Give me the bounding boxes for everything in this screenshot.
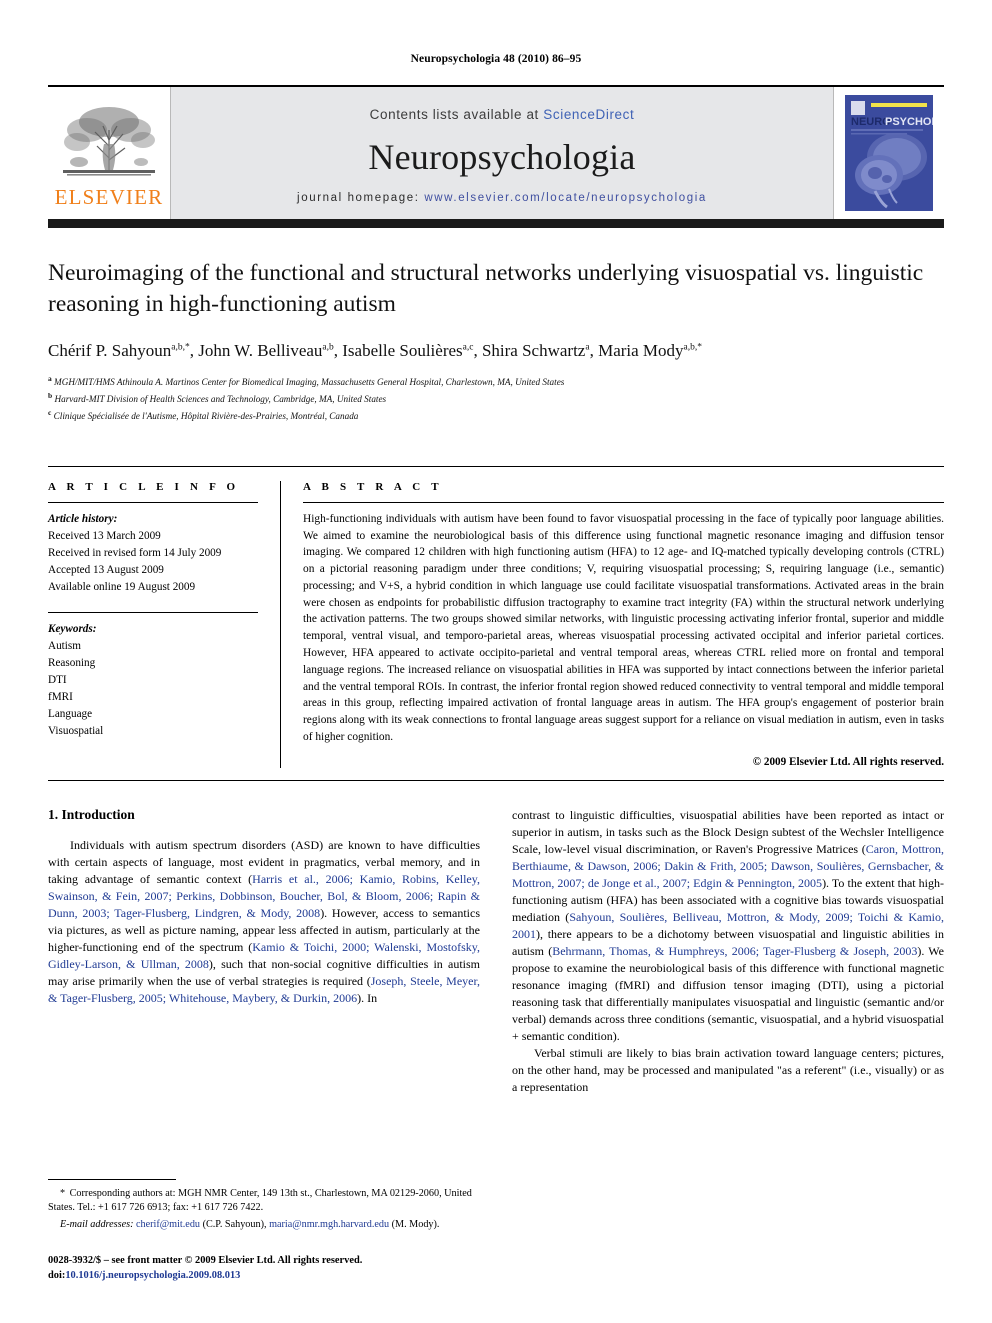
issn-line: 0028-3932/$ – see front matter © 2009 El… <box>48 1254 363 1266</box>
title-block: Neuroimaging of the functional and struc… <box>48 258 944 424</box>
journal-cover-thumbnail: NEURO PSYCHOLOGIA <box>845 95 933 211</box>
abstract-rule <box>303 501 944 503</box>
affiliation-marker: a <box>48 373 52 383</box>
author-name: Maria Mody <box>598 341 684 361</box>
author: Chérif P. Sahyouna,b,* <box>48 341 190 360</box>
author-name: Chérif P. Sahyoun <box>48 341 172 361</box>
article-info-rule <box>48 501 258 503</box>
author-list: Chérif P. Sahyouna,b,*, John W. Bellivea… <box>48 341 703 361</box>
article-info-heading: A R T I C L E I N F O <box>48 480 240 493</box>
author: John W. Belliveaua,b <box>198 341 334 360</box>
keyword-item: Autism <box>48 639 81 652</box>
citation-group[interactable]: Behrmann, Thomas, & Humphreys, 2006; Tag… <box>552 944 917 958</box>
affiliation-marker: b <box>48 390 53 400</box>
author-affil-marker: a,b <box>322 342 334 353</box>
email-label: E-mail addresses: <box>60 1219 134 1231</box>
homepage-url-link[interactable]: www.elsevier.com/locate/neuropsychologia <box>424 192 707 204</box>
affiliation: b Harvard-MIT Division of Health Science… <box>48 390 944 407</box>
info-abstract-section: A R T I C L E I N F O Article history: R… <box>48 465 944 768</box>
affiliation-marker: c <box>48 407 52 417</box>
email-link-2[interactable]: maria@nmr.mgh.harvard.edu <box>269 1219 389 1230</box>
keyword-item: fMRI <box>48 691 73 704</box>
keywords-label: Keywords: <box>48 622 97 635</box>
affiliation-text: Clinique Spécialisée de l'Autisme, Hôpit… <box>53 410 359 421</box>
intro-text-d: ). We propose to examine the neurobiolog… <box>512 943 944 1043</box>
history-item: Available online 19 August 2009 <box>48 580 196 593</box>
article-history-label: Article history: <box>48 512 118 525</box>
corresponding-author-text: Corresponding authors at: MGH NMR Center… <box>48 1187 472 1214</box>
affiliation-text: MGH/MIT/HMS Athinoula A. Martinos Center… <box>54 377 565 388</box>
abstract-column: A B S T R A C T High-functioning individ… <box>303 481 944 768</box>
abstract-text: High-functioning individuals with autism… <box>303 512 944 743</box>
masthead-center: Contents lists available at ScienceDirec… <box>171 87 833 219</box>
intro-paragraph-left: Individuals with autism spectrum disorde… <box>48 837 480 1007</box>
publisher-logo: ELSEVIER <box>48 87 171 219</box>
doi-line: doi:10.1016/j.neuropsychologia.2009.08.0… <box>48 1268 488 1283</box>
history-item: Accepted 13 August 2009 <box>48 563 164 576</box>
author-affil-marker: a,b,* <box>171 342 190 353</box>
email-link-1[interactable]: cherif@mit.edu <box>136 1219 200 1230</box>
keywords-rule <box>48 611 258 613</box>
corresponding-author-note: * Corresponding authors at: MGH NMR Cent… <box>48 1187 488 1217</box>
article-info-column: A R T I C L E I N F O Article history: R… <box>48 481 280 768</box>
elsevier-wordmark: ELSEVIER <box>54 185 164 209</box>
abstract-bottom-rule <box>48 779 944 781</box>
article-history-group: Article history: Received 13 March 2009 … <box>48 511 258 596</box>
masthead-bottom-bar <box>48 219 944 228</box>
running-head: Neuropsychologia 48 (2010) 86–95 <box>410 53 582 65</box>
keyword-item: Visuospatial <box>48 725 104 738</box>
contents-prefix: Contents lists available at <box>369 106 544 122</box>
history-item: Received 13 March 2009 <box>48 529 161 542</box>
doi-prefix: doi: <box>48 1269 66 1281</box>
email-owner-1: (C.P. Sahyoun), <box>202 1219 267 1231</box>
abstract-heading: A B S T R A C T <box>303 480 443 493</box>
affiliation-list: a MGH/MIT/HMS Athinoula A. Martinos Cent… <box>48 373 944 424</box>
journal-homepage-line: journal homepage: www.elsevier.com/locat… <box>297 192 707 204</box>
introduction-heading: 1. Introduction <box>48 806 135 822</box>
author-affil-marker: a <box>585 342 590 353</box>
keywords-group: Keywords: Autism Reasoning DTI fMRI Lang… <box>48 621 258 740</box>
body-columns: 1. Introduction Individuals with autism … <box>48 807 944 1097</box>
elsevier-tree-icon <box>63 107 155 176</box>
author: Isabelle Soulièresa,c <box>342 341 473 360</box>
contents-available-line: Contents lists available at ScienceDirec… <box>370 107 635 122</box>
footnote-rule <box>48 1178 176 1180</box>
footnote-star: * <box>60 1187 68 1199</box>
body-column-right: contrast to linguistic difficulties, vis… <box>512 807 944 1097</box>
intro-text-d: ). In <box>357 990 378 1005</box>
author-name: Shira Schwartz <box>481 341 586 361</box>
keyword-item: Reasoning <box>48 656 96 669</box>
sciencedirect-link[interactable]: ScienceDirect <box>543 107 634 122</box>
journal-cover-container: NEURO PSYCHOLOGIA <box>833 87 944 219</box>
homepage-label: journal homepage: <box>297 191 420 204</box>
author-affil-marker: a,b,* <box>683 342 703 353</box>
email-note: E-mail addresses: cherif@mit.edu (C.P. S… <box>48 1218 488 1233</box>
doi-link[interactable]: 10.1016/j.neuropsychologia.2009.08.013 <box>65 1270 240 1281</box>
cover-artwork: NEURO PSYCHOLOGIA <box>845 95 933 211</box>
author-affil-marker: a,c <box>462 342 474 353</box>
article-page: Neuropsychologia 48 (2010) 86–95 ELSEVIE… <box>0 0 992 1323</box>
svg-text:PSYCHOLOGIA: PSYCHOLOGIA <box>885 116 933 128</box>
author-name: John W. Belliveau <box>198 341 323 361</box>
journal-title: Neuropsychologia <box>368 136 636 177</box>
affiliation: c Clinique Spécialisée de l'Autisme, Hôp… <box>48 407 944 424</box>
footnote-block: * Corresponding authors at: MGH NMR Cent… <box>48 1178 488 1284</box>
author: Maria Modya,b,* <box>598 341 702 360</box>
keyword-item: Language <box>48 708 93 721</box>
imprint-block: 0028-3932/$ – see front matter © 2009 El… <box>48 1253 488 1283</box>
column-divider <box>280 480 281 768</box>
history-item: Received in revised form 14 July 2009 <box>48 546 222 559</box>
journal-masthead: ELSEVIER Contents lists available at Sci… <box>48 85 944 219</box>
author-name: Isabelle Soulières <box>342 341 463 361</box>
copyright-line: © 2009 Elsevier Ltd. All rights reserved… <box>752 755 944 768</box>
author: Shira Schwartza <box>482 341 590 360</box>
intro-paragraph-right-2: Verbal stimuli are likely to bias brain … <box>512 1046 944 1095</box>
article-title: Neuroimaging of the functional and struc… <box>48 260 924 318</box>
email-owner-2: (M. Mody). <box>391 1219 440 1231</box>
keyword-item: DTI <box>48 674 67 686</box>
affiliation-text: Harvard-MIT Division of Health Sciences … <box>54 394 387 404</box>
body-column-left: 1. Introduction Individuals with autism … <box>48 807 480 1097</box>
affiliation: a MGH/MIT/HMS Athinoula A. Martinos Cent… <box>48 373 944 390</box>
intro-paragraph-right: contrast to linguistic difficulties, vis… <box>512 807 944 1045</box>
